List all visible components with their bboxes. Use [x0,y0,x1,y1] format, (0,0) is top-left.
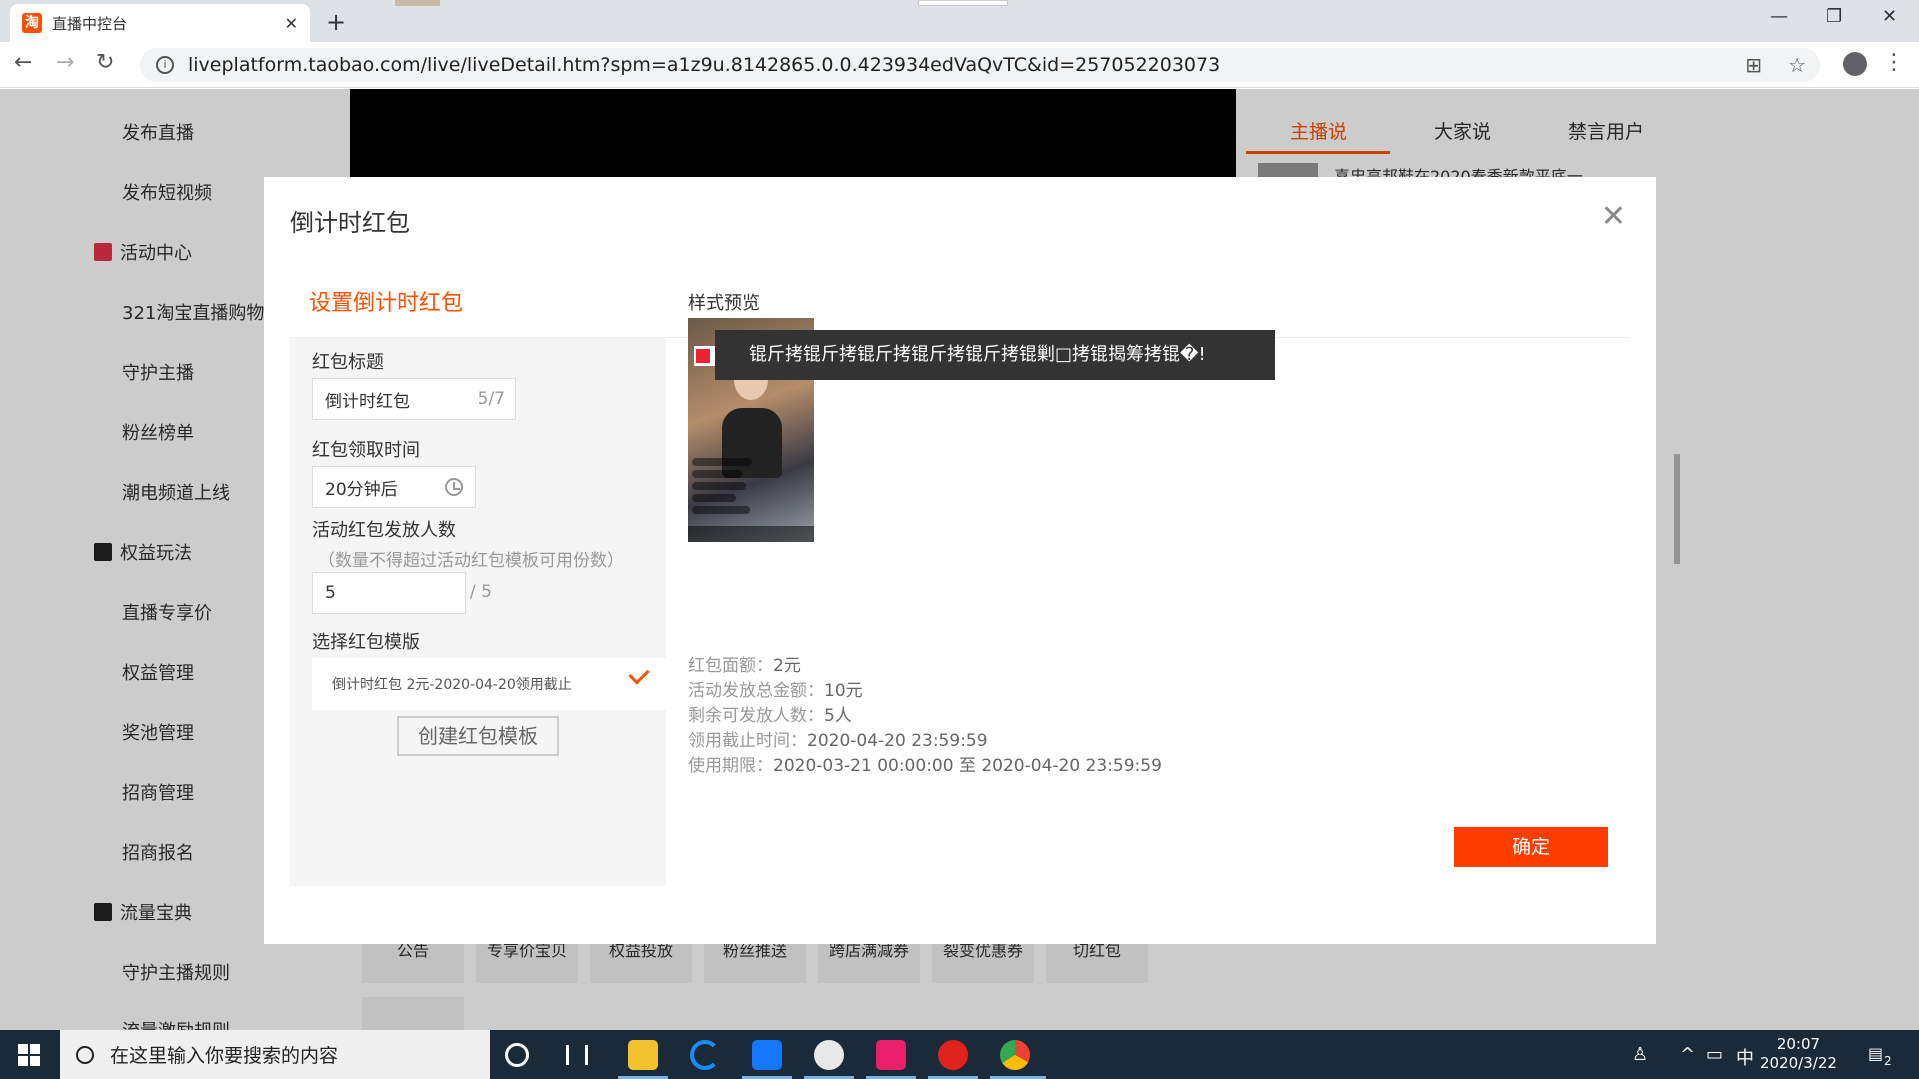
reload-icon[interactable]: ↻ [96,50,114,75]
title-input[interactable]: 倒计时红包 5/7 [312,378,516,420]
windows-taskbar: 在这里输入你要搜索的内容 ♙ ^ ▭ 中 20:07 2020/3/22 ▤ 2 [0,1030,1919,1079]
app-grey-icon[interactable] [814,1040,844,1070]
info-value: 2020-04-20 23:59:59 [807,731,988,751]
info-deadline: 领用截止时间：2020-04-20 23:59:59 [688,726,988,751]
title-char-count: 5/7 [477,389,505,409]
file-explorer-icon[interactable] [628,1040,658,1070]
time-label: 红包领取时间 [312,440,420,461]
info-value: 5人 [824,706,852,726]
task-view-icon[interactable] [566,1045,588,1065]
time-select-value: 20分钟后 [325,479,398,500]
minimize-button[interactable]: — [1770,6,1788,27]
preview-chat-line [692,482,746,490]
info-validity-period: 使用期限：2020-03-21 00:00:00 至 2020-04-20 23… [688,751,1162,776]
ime-indicator[interactable]: 中 [1736,1044,1754,1070]
browser-menu-icon[interactable]: ⋮ [1883,50,1905,75]
close-icon[interactable]: ✕ [1601,199,1626,234]
forward-arrow-icon[interactable]: → [56,50,74,75]
clock-date: 2020/3/22 [1760,1054,1837,1072]
tab-preview-thumbnail [918,0,1008,6]
title-label: 红包标题 [312,352,384,373]
window-close-button[interactable]: ✕ [1882,6,1897,27]
tab-title: 直播中控台 [52,14,128,33]
cortana-icon[interactable] [505,1043,529,1067]
people-icon[interactable]: ♙ [1632,1044,1648,1065]
title-input-value: 倒计时红包 [325,391,410,412]
url-text: liveplatform.taobao.com/live/liveDetail.… [188,54,1221,76]
template-option[interactable]: 倒计时红包 2元-2020-04-20领用截止 [312,658,666,710]
tab-close-icon[interactable]: ✕ [285,14,298,33]
notification-center-icon[interactable]: ▤ [1868,1044,1883,1063]
bookmark-star-icon[interactable]: ☆ [1788,53,1806,77]
clock-time: 20:07 [1776,1035,1821,1053]
section-title: 设置倒计时红包 [309,291,464,316]
new-tab-button[interactable]: + [326,8,346,36]
count-label: 活动红包发放人数 [312,520,456,541]
preview-chat-line [692,494,736,502]
chevron-up-icon[interactable]: ^ [1680,1044,1695,1065]
dialog-title: 倒计时红包 [290,209,410,237]
count-hint: （数量不得超过活动红包模板可用份数） [318,551,624,571]
network-icon[interactable]: ▭ [1706,1044,1723,1065]
taskbar-clock[interactable]: 20:07 2020/3/22 [1760,1035,1837,1073]
info-total-amount: 活动发放总金额：10元 [688,676,863,701]
restore-button[interactable]: ❐ [1826,6,1842,27]
preview-chat-line [692,470,742,478]
redpacket-form: 红包标题 倒计时红包 5/7 红包领取时间 20分钟后 活动红包发放人数 （数量… [290,338,666,886]
tab-preview-thumbnail [395,0,440,6]
confirm-button[interactable]: 确定 [1454,827,1608,867]
browser-toolbar: ← → ↻ i liveplatform.taobao.com/live/liv… [0,42,1919,88]
count-input-value: 5 [325,583,336,603]
back-arrow-icon[interactable]: ← [14,50,32,75]
taskbar-search-box[interactable]: 在这里输入你要搜索的内容 [60,1030,490,1079]
site-info-icon[interactable]: i [156,56,174,74]
info-label: 领用截止时间： [688,731,807,751]
chrome-icon[interactable] [1000,1040,1030,1070]
info-value: 2元 [773,656,801,676]
template-label: 选择红包模版 [312,632,420,653]
info-face-value: 红包面额：2元 [688,651,801,676]
search-icon [76,1045,94,1064]
info-value: 10元 [824,681,863,701]
taobao-favicon-icon: 淘 [22,13,42,33]
template-option-label: 倒计时红包 2元-2020-04-20领用截止 [332,677,572,693]
preview-bottom-bar [688,526,814,542]
profile-avatar-icon[interactable] [1843,52,1867,76]
translate-icon[interactable]: ⊞ [1745,53,1762,77]
create-template-button[interactable]: 创建红包模板 [397,716,559,756]
countdown-redpacket-dialog: 倒计时红包 ✕ 设置倒计时红包 红包标题 倒计时红包 5/7 红包领取时间 20… [264,177,1656,944]
count-input[interactable]: 5 [312,572,466,614]
browser-tabstrip: 淘 直播中控台 ✕ + — ❐ ✕ [0,0,1919,42]
app-pink-icon[interactable] [876,1040,906,1070]
edge-icon[interactable] [690,1040,720,1070]
app-blue-icon[interactable] [752,1040,782,1070]
windows-start-icon[interactable] [18,1044,40,1066]
preview-body [722,408,782,478]
info-value: 2020-03-21 00:00:00 至 2020-04-20 23:59:5… [773,756,1162,776]
count-max: / 5 [470,582,492,602]
netease-music-icon[interactable] [938,1040,968,1070]
preview-chat-line [692,458,752,466]
check-icon [628,663,650,685]
tooltip: 锟斤拷锟斤拷锟斤拷锟斤拷锟斤拷锟剿□拷锟揭筹拷锟�! [715,330,1275,380]
info-label: 使用期限： [688,756,773,776]
clock-icon [445,478,463,496]
info-label: 剩余可发放人数： [688,706,824,726]
info-label: 红包面额： [688,656,773,676]
preview-label: 样式预览 [688,293,760,314]
search-placeholder: 在这里输入你要搜索的内容 [110,1045,339,1067]
notification-count: 2 [1884,1054,1892,1068]
preview-chat-line [692,506,750,514]
address-bar[interactable]: i liveplatform.taobao.com/live/liveDetai… [140,48,1820,82]
time-select[interactable]: 20分钟后 [312,466,476,508]
info-remaining-count: 剩余可发放人数：5人 [688,701,852,726]
info-label: 活动发放总金额： [688,681,824,701]
browser-tab[interactable]: 淘 直播中控台 ✕ [10,4,310,42]
